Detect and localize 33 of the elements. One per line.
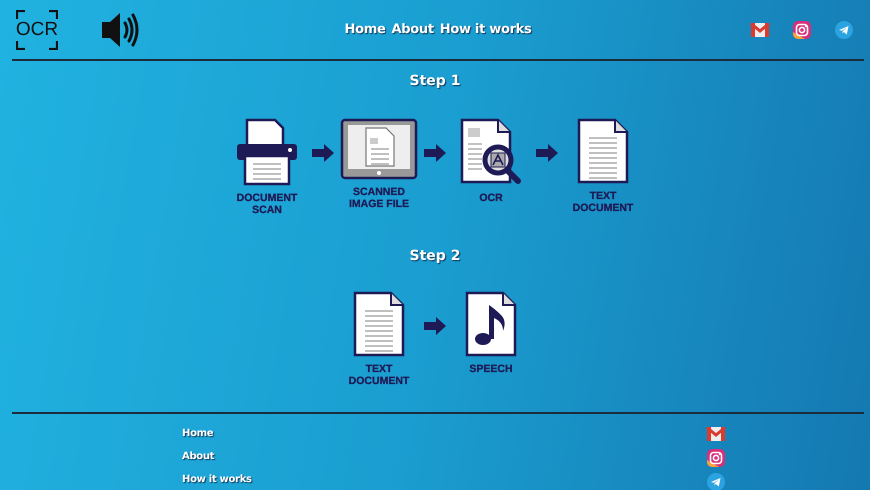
instagram-icon[interactable]: [792, 20, 812, 40]
mail-icon[interactable]: [750, 20, 770, 40]
magnifier-document-icon: [460, 118, 522, 186]
instagram-icon[interactable]: [706, 448, 726, 468]
stage-label: TEXT DOCUMENT: [348, 363, 410, 388]
stage-label: OCR: [479, 192, 503, 204]
nav-link[interactable]: Home: [344, 20, 386, 40]
logo-text: OCR: [16, 20, 58, 39]
arrow-icon: [312, 144, 334, 162]
stage-label: SPEECH: [469, 363, 513, 376]
document-icon: [577, 118, 629, 184]
footer-link[interactable]: Home: [182, 426, 252, 441]
nav-link[interactable]: How it works: [440, 20, 532, 40]
tablet-icon: [340, 118, 418, 180]
step-title: Step 1: [410, 72, 460, 91]
stage-label: DOCUMENT SCAN: [236, 192, 298, 216]
stage-label: SCANNED IMAGE FILE: [348, 186, 410, 210]
arrow-icon: [424, 144, 446, 162]
scanner-icon: [235, 118, 299, 186]
arrow-icon: [424, 317, 446, 336]
footer-link[interactable]: How it works: [182, 472, 252, 487]
document-icon: [353, 291, 405, 358]
stage-label: TEXT DOCUMENT: [572, 190, 634, 214]
footer-link[interactable]: About: [182, 449, 252, 464]
music-document-icon: [465, 291, 517, 358]
nav-link[interactable]: About: [392, 20, 434, 40]
mail-icon[interactable]: [706, 424, 726, 444]
frame-icon: [16, 10, 58, 50]
ocr-logo[interactable]: OCR: [16, 10, 58, 50]
arrow-icon: [536, 144, 558, 162]
step-title: Step 2: [410, 247, 460, 266]
telegram-icon[interactable]: [834, 20, 854, 40]
telegram-icon[interactable]: [706, 472, 726, 490]
